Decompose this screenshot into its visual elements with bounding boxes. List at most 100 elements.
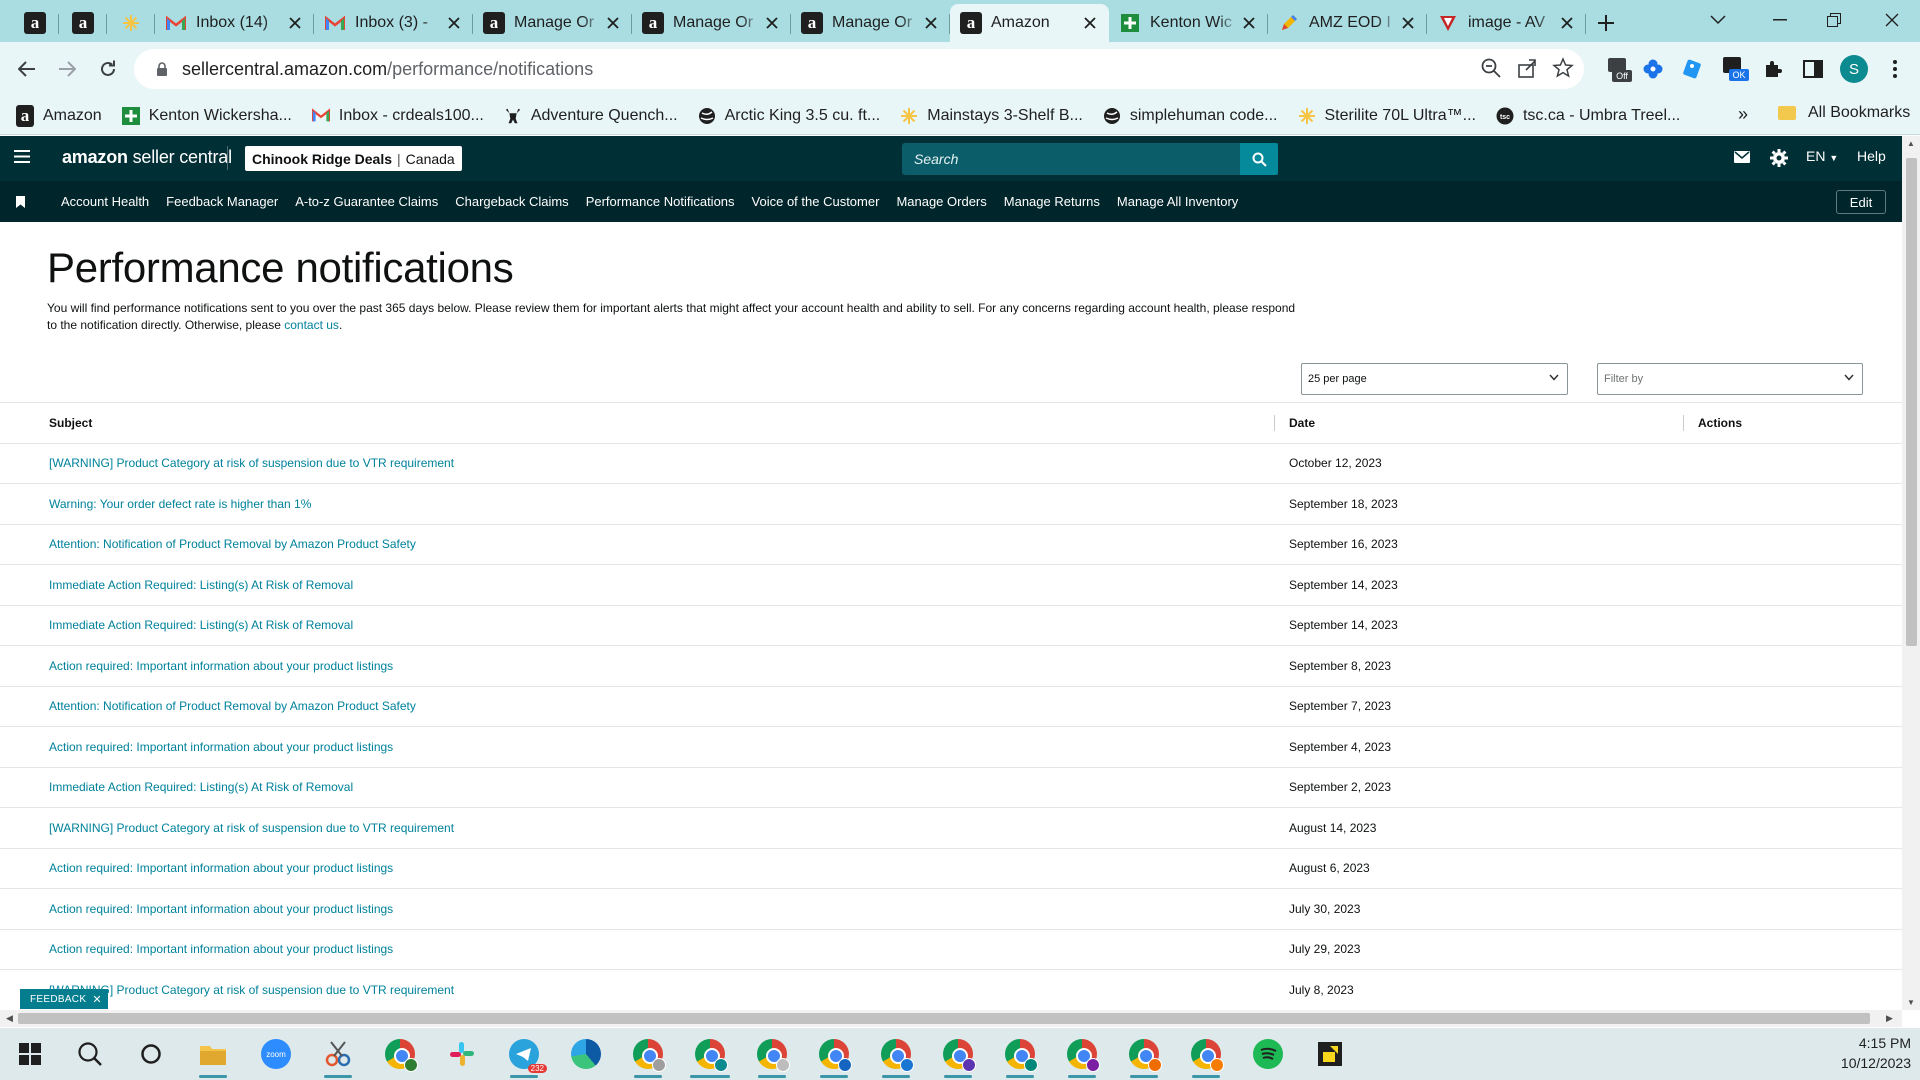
browser-tab[interactable]: AMZ EOD I — [1268, 4, 1427, 42]
filter-by-select[interactable]: Filter by — [1597, 363, 1863, 395]
horizontal-scrollbar[interactable]: ◀ ▶ — [0, 1010, 1902, 1027]
close-tab-icon[interactable] — [286, 14, 304, 32]
scroll-right-arrow-icon[interactable]: ▶ — [1886, 1013, 1893, 1024]
active-tab[interactable]: a Amazon — [950, 4, 1109, 42]
chrome-profile-7-icon[interactable] — [938, 1036, 978, 1078]
bookmark-item[interactable]: Arctic King 3.5 cu. ft... — [698, 107, 880, 125]
scroll-up-arrow-icon[interactable]: ▲ — [1907, 139, 1915, 148]
close-tab-icon[interactable] — [922, 14, 940, 32]
chrome-profile-9-icon[interactable] — [1062, 1036, 1102, 1078]
snipping-tool-icon[interactable] — [318, 1036, 358, 1078]
notification-subject-link[interactable]: [WARNING] Product Category at risk of su… — [49, 456, 454, 470]
hamburger-menu-icon[interactable] — [14, 150, 30, 163]
per-page-select[interactable]: 25 per page — [1301, 363, 1568, 395]
chrome-profile-4-icon[interactable] — [752, 1036, 792, 1078]
bookmark-item[interactable]: Kenton Wickersha... — [121, 106, 292, 125]
pinned-tab[interactable]: a — [11, 4, 59, 42]
bookmark-item[interactable]: Adventure Quench... — [504, 107, 678, 125]
vertical-scroll-thumb[interactable] — [1906, 158, 1917, 646]
address-bar[interactable]: sellercentral.amazon.com/performance/not… — [134, 49, 1584, 89]
seller-search-input[interactable]: Search — [902, 143, 1278, 175]
chrome-profile-3-icon[interactable] — [690, 1036, 730, 1078]
extension-tag-icon[interactable] — [1677, 54, 1707, 84]
all-bookmarks-button[interactable]: All Bookmarks — [1778, 104, 1910, 122]
nav-item-manage-all-inventory[interactable]: Manage All Inventory — [1117, 194, 1238, 209]
edge-icon[interactable] — [566, 1036, 606, 1072]
notification-subject-link[interactable]: [WARNING] Product Category at risk of su… — [49, 821, 454, 835]
vertical-scrollbar[interactable]: ▲ ▼ — [1902, 136, 1920, 1010]
store-switcher[interactable]: Chinook Ridge Deals | Canada — [245, 146, 462, 171]
close-tab-icon[interactable] — [445, 14, 463, 32]
browser-tab[interactable]: a Manage Or — [473, 4, 632, 42]
column-header-subject[interactable]: Subject — [0, 403, 1274, 444]
scroll-down-arrow-icon[interactable]: ▼ — [1907, 998, 1915, 1007]
feedback-button[interactable]: FEEDBACK ✕ — [20, 989, 108, 1009]
pinned-tab[interactable]: a — [59, 4, 107, 42]
bookmark-icon[interactable] — [16, 195, 34, 208]
bookmarks-overflow-button[interactable]: » — [1738, 104, 1748, 125]
telegram-icon[interactable]: 232 — [504, 1036, 547, 1078]
notification-subject-link[interactable]: Attention: Notification of Product Remov… — [49, 537, 416, 551]
bookmark-item[interactable]: Sterilite 70L Ultra™... — [1298, 107, 1476, 125]
nav-item-manage-orders[interactable]: Manage Orders — [896, 194, 986, 209]
browser-tab[interactable]: a Manage Or — [632, 4, 791, 42]
bookmark-item[interactable]: simplehuman code... — [1103, 107, 1278, 125]
contact-us-link[interactable]: contact us — [284, 318, 339, 332]
chrome-profile-10-icon[interactable] — [1124, 1036, 1164, 1078]
chrome-profile-2-icon[interactable] — [628, 1036, 668, 1078]
tab-search-chevron-icon[interactable] — [1690, 0, 1746, 40]
close-icon[interactable]: ✕ — [92, 993, 102, 1006]
column-header-date[interactable]: Date — [1274, 403, 1683, 444]
chrome-profile-6-icon[interactable] — [876, 1036, 916, 1078]
extension-off-icon[interactable]: Off — [1604, 54, 1634, 84]
extension-ok-icon[interactable]: OK — [1720, 54, 1750, 84]
nav-item-account-health[interactable]: Account Health — [61, 194, 149, 209]
close-window-icon[interactable] — [1864, 0, 1920, 40]
chrome-profile-11-icon[interactable] — [1186, 1036, 1226, 1078]
side-panel-icon[interactable] — [1798, 54, 1828, 84]
taskbar-search-icon[interactable] — [70, 1036, 110, 1072]
notification-subject-link[interactable]: Action required: Important information a… — [49, 740, 393, 754]
nav-item-chargeback-claims[interactable]: Chargeback Claims — [455, 194, 568, 209]
slack-icon[interactable] — [442, 1036, 482, 1072]
scroll-left-arrow-icon[interactable]: ◀ — [6, 1013, 13, 1024]
mail-icon[interactable] — [1734, 151, 1750, 163]
nav-item-manage-returns[interactable]: Manage Returns — [1004, 194, 1100, 209]
zoom-icon[interactable] — [1480, 57, 1502, 79]
zoom-app-icon[interactable]: zoom — [256, 1036, 296, 1072]
file-explorer-icon[interactable] — [193, 1036, 233, 1078]
share-icon[interactable] — [1516, 57, 1538, 79]
seller-central-logo[interactable]: amazon seller central — [62, 147, 232, 168]
notification-subject-link[interactable]: [WARNING] Product Category at risk of su… — [49, 983, 454, 997]
bookmark-item[interactable]: Mainstays 3-Shelf B... — [900, 107, 1083, 125]
browser-tab[interactable]: Inbox (3) - — [314, 4, 473, 42]
forward-arrow-icon[interactable] — [51, 53, 83, 85]
close-tab-icon[interactable] — [1399, 14, 1417, 32]
chrome-profile-1-icon[interactable] — [380, 1036, 420, 1072]
browser-menu-icon[interactable] — [1880, 54, 1910, 84]
edit-nav-button[interactable]: Edit — [1836, 190, 1886, 214]
notification-subject-link[interactable]: Action required: Important information a… — [49, 861, 393, 875]
help-link[interactable]: Help — [1857, 148, 1886, 164]
spotify-icon[interactable] — [1248, 1036, 1288, 1072]
close-tab-icon[interactable] — [763, 14, 781, 32]
profile-avatar[interactable]: S — [1840, 55, 1868, 83]
extension-clover-icon[interactable] — [1638, 54, 1668, 84]
cortana-icon[interactable] — [131, 1036, 171, 1072]
browser-tab[interactable]: Kenton Wic — [1109, 4, 1268, 42]
gear-icon[interactable] — [1770, 149, 1788, 167]
browser-tab[interactable]: image - AV — [1427, 4, 1586, 42]
sticky-notes-icon[interactable] — [1310, 1036, 1350, 1072]
notification-subject-link[interactable]: Action required: Important information a… — [49, 942, 393, 956]
minimize-window-icon[interactable] — [1752, 0, 1808, 40]
bookmark-item[interactable]: a Amazon — [16, 104, 102, 127]
lock-icon[interactable] — [142, 61, 182, 77]
close-tab-icon[interactable] — [1081, 14, 1099, 32]
close-tab-icon[interactable] — [1558, 14, 1576, 32]
chrome-profile-8-icon[interactable] — [1000, 1036, 1040, 1078]
bookmark-item[interactable]: Inbox - crdeals100... — [311, 107, 484, 125]
back-arrow-icon[interactable] — [11, 53, 43, 85]
windows-start-icon[interactable] — [10, 1036, 50, 1072]
notification-subject-link[interactable]: Immediate Action Required: Listing(s) At… — [49, 618, 353, 632]
notification-subject-link[interactable]: Action required: Important information a… — [49, 659, 393, 673]
